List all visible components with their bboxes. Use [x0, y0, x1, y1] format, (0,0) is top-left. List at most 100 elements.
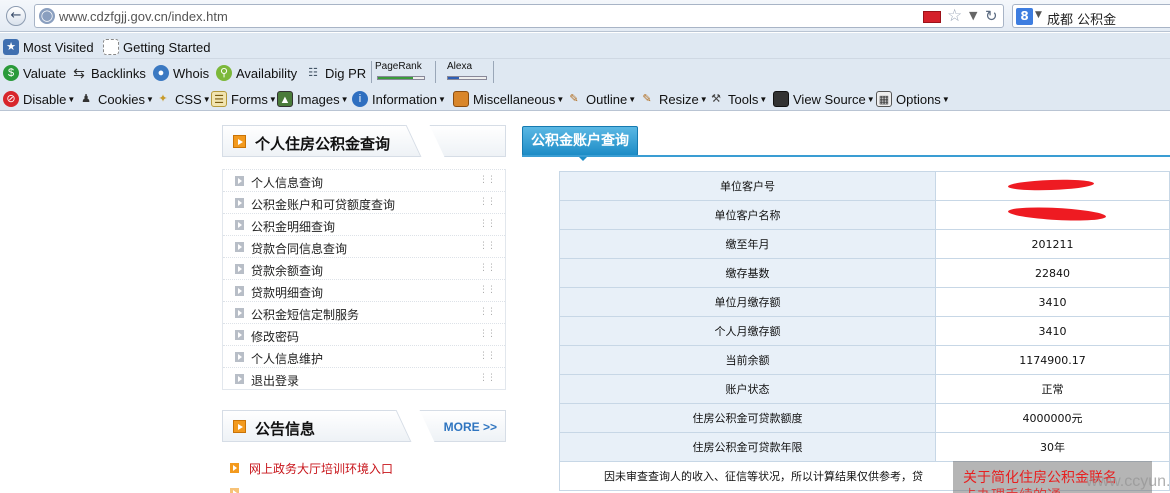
bullet-arrow-icon	[235, 198, 244, 208]
sidebar-item[interactable]: 公积金短信定制服务 ⋮⋮	[223, 301, 505, 323]
table-row: 个人月缴存额 3410	[559, 316, 1170, 346]
view-source-menu[interactable]: View Source ▼	[773, 90, 875, 108]
sidebar-title: 个人住房公积金查询	[255, 135, 391, 153]
orange-arrow-icon	[230, 488, 239, 493]
alexa-widget[interactable]: Alexa	[445, 61, 491, 83]
menu-label: Disable	[23, 91, 67, 107]
search-input[interactable]: 成都 公积金	[1047, 9, 1116, 28]
history-dropdown-icon[interactable]: ▼	[969, 9, 977, 22]
more-link[interactable]: MORE >>	[444, 420, 497, 434]
disable-icon: ⊘	[3, 91, 19, 107]
dropdown-arrow-icon: ▼	[866, 94, 875, 104]
dropdown-arrow-icon: ▼	[340, 94, 349, 104]
sidebar-item-label[interactable]: 退出登录	[251, 372, 299, 389]
sidebar-item-label[interactable]: 公积金账户和可贷额度查询	[251, 196, 395, 213]
sidebar-item-label[interactable]: 公积金短信定制服务	[251, 306, 359, 323]
search-engine-icon[interactable]: 8	[1016, 8, 1033, 25]
cookies-menu[interactable]: ♟ Cookies ▼	[78, 90, 154, 108]
bullet-arrow-icon	[235, 374, 244, 384]
sidebar-item[interactable]: 贷款合同信息查询 ⋮⋮	[223, 235, 505, 257]
sidebar-item[interactable]: 公积金账户和可贷额度查询 ⋮⋮	[223, 191, 505, 213]
sidebar-item-label[interactable]: 贷款明细查询	[251, 284, 323, 301]
toolbar-separator	[435, 61, 436, 83]
sidebar-item[interactable]: 个人信息维护 ⋮⋮	[223, 345, 505, 367]
bullet-arrow-icon	[235, 352, 244, 362]
backlinks-button[interactable]: ⇆ Backlinks	[71, 64, 146, 82]
sidebar-item-label[interactable]: 个人信息维护	[251, 350, 323, 367]
arrows-icon: ⇆	[73, 65, 85, 81]
sidebar-item[interactable]: 退出登录 ⋮⋮	[223, 367, 505, 389]
table-row: 住房公积金可贷款年限 30年	[559, 432, 1170, 462]
sidebar-item[interactable]: 贷款明细查询 ⋮⋮	[223, 279, 505, 301]
notice-item[interactable]: 网上政务大厅培训环境入口	[230, 459, 393, 477]
field-label: 账户状态	[559, 374, 936, 404]
search-engine-dropdown-icon[interactable]: ▼	[1035, 10, 1042, 20]
sidebar-menu: 个人信息查询 ⋮⋮ 公积金账户和可贷额度查询 ⋮⋮ 公积金明细查询 ⋮⋮ 贷款合同信息查询 ⋮…	[222, 169, 506, 390]
header-notch	[405, 125, 445, 157]
form-icon: ☰	[211, 91, 227, 107]
seo-toolbar: $ Valuate ⇆ Backlinks ● Whois ⚲ Availabi…	[0, 59, 1170, 85]
table-row: 单位月缴存额 3410	[559, 287, 1170, 317]
disable-menu[interactable]: ⊘ Disable ▼	[3, 90, 75, 108]
pencil-icon: ✎	[569, 93, 579, 105]
valuate-button[interactable]: $ Valuate	[3, 64, 66, 82]
bookmarks-icon: ★	[3, 39, 19, 55]
page-icon	[103, 39, 119, 55]
notices-header: 公告信息 MORE >>	[222, 410, 506, 442]
popup-text-2[interactable]: 卡办理手续的通	[963, 485, 1061, 493]
webdev-toolbar: ⊘ Disable ▼ ♟ Cookies ▼ ✦ CSS ▼ ☰ Forms ▼ ▲ Image…	[0, 85, 1170, 111]
sidebar-item[interactable]: 贷款余额查询 ⋮⋮	[223, 257, 505, 279]
grip-icon: ⋮⋮	[479, 351, 496, 361]
address-url[interactable]: www.cdzfgjj.gov.cn/index.htm	[59, 9, 228, 24]
grip-icon: ⋮⋮	[479, 263, 496, 273]
sidebar-item-label[interactable]: 贷款合同信息查询	[251, 240, 347, 257]
bookmark-getting-started[interactable]: Getting Started	[103, 38, 210, 56]
notice-link[interactable]: 网上政务大厅培训环境入口	[249, 460, 393, 477]
images-menu[interactable]: ▲ Images ▼	[277, 90, 349, 108]
sidebar-item[interactable]: 个人信息查询 ⋮⋮	[223, 169, 505, 191]
china-flag-icon	[923, 11, 941, 23]
pagerank-bar	[377, 76, 425, 80]
bookmark-star-icon[interactable]: ☆	[947, 6, 962, 26]
bullet-arrow-icon	[235, 286, 244, 296]
sidebar-item-label[interactable]: 公积金明细查询	[251, 218, 335, 235]
back-button[interactable]: ←	[6, 6, 26, 26]
tools-menu[interactable]: ⚒ Tools ▼	[708, 90, 767, 108]
sidebar-item-label[interactable]: 个人信息查询	[251, 174, 323, 191]
search-box[interactable]: 8 ▼ 成都 公积金	[1012, 4, 1170, 28]
notice-item-partial	[230, 484, 249, 493]
dig-pr-button[interactable]: ☷ Dig PR	[305, 64, 366, 82]
forms-menu[interactable]: ☰ Forms ▼	[211, 90, 277, 108]
information-menu[interactable]: i Information ▼	[352, 90, 446, 108]
dropdown-arrow-icon: ▼	[145, 94, 154, 104]
menu-label: CSS	[175, 91, 202, 107]
bullet-arrow-icon	[235, 220, 244, 230]
pagerank-fill	[378, 77, 413, 79]
dropdown-arrow-icon: ▼	[202, 94, 211, 104]
field-value: 30年	[935, 432, 1170, 462]
miscellaneous-menu[interactable]: Miscellaneous ▼	[453, 90, 564, 108]
css-menu[interactable]: ✦ CSS ▼	[155, 90, 211, 108]
field-value: 22840	[935, 258, 1170, 288]
field-label: 单位月缴存额	[559, 287, 936, 317]
whois-button[interactable]: ● Whois	[153, 64, 209, 82]
options-menu[interactable]: ▦ Options ▼	[876, 90, 950, 108]
site-identity-icon[interactable]: ◯	[39, 8, 55, 24]
sidebar-item[interactable]: 修改密码 ⋮⋮	[223, 323, 505, 345]
sidebar-item[interactable]: 公积金明细查询 ⋮⋮	[223, 213, 505, 235]
orange-arrow-icon	[233, 135, 246, 148]
address-bar[interactable]: ◯ www.cdzfgjj.gov.cn/index.htm ☆ ▼ ↻	[34, 4, 1004, 28]
sidebar-item-label[interactable]: 修改密码	[251, 328, 299, 345]
availability-button[interactable]: ⚲ Availability	[216, 64, 297, 82]
sidebar-item-label[interactable]: 贷款余额查询	[251, 262, 323, 279]
field-value: 正常	[935, 374, 1170, 404]
network-icon: ☷	[308, 67, 318, 79]
resize-menu[interactable]: ✎ Resize ▼	[639, 90, 707, 108]
bookmark-most-visited[interactable]: ★ Most Visited	[3, 38, 94, 56]
seo-item-label: Availability	[236, 65, 298, 81]
tab-account-query[interactable]: 公积金账户查询	[522, 126, 638, 161]
reload-icon[interactable]: ↻	[985, 7, 998, 25]
menu-label: Outline	[586, 91, 628, 107]
pagerank-widget[interactable]: PageRank	[375, 61, 431, 83]
outline-menu[interactable]: ✎ Outline ▼	[566, 90, 636, 108]
